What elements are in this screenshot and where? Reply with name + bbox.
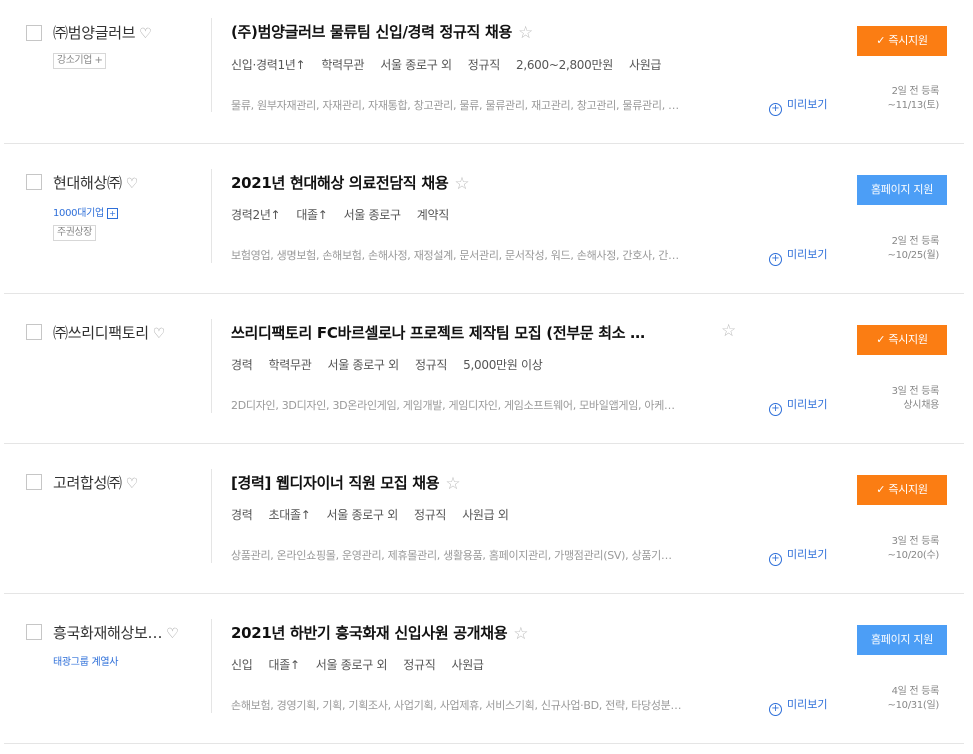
job-sector: 보험영업, 생명보험, 손해보험, 손해사정, 재정설계, 문서관리, 문서작성… xyxy=(231,249,679,262)
magnifier-plus-icon: + xyxy=(769,403,782,416)
heart-icon[interactable]: ♡ xyxy=(139,26,152,42)
apply-button[interactable]: ✓ 즉시지원 xyxy=(857,26,947,56)
preview-link[interactable]: + 미리보기 xyxy=(769,246,827,266)
divider xyxy=(211,169,212,263)
divider xyxy=(211,619,212,713)
star-icon[interactable]: ☆ xyxy=(721,321,736,341)
apply-button[interactable]: 홈페이지 지원 xyxy=(857,625,947,655)
magnifier-plus-icon: + xyxy=(769,103,782,116)
job-title[interactable]: [경력] 웹디자이너 직원 모집 채용 ☆ xyxy=(231,472,461,494)
job-row: ㈜쓰리디팩토리 ♡ 쓰리디팩토리 FC바르셀로나 프로젝트 제작팀 모집 (전부문… xyxy=(4,294,964,444)
heart-icon[interactable]: ♡ xyxy=(126,176,139,192)
job-sector: 물류, 원부자재관리, 자재관리, 자재통합, 창고관리, 물류, 물류관리, … xyxy=(231,99,679,112)
star-icon[interactable]: ☆ xyxy=(518,23,533,43)
company-tag[interactable]: 강소기업 + xyxy=(53,53,107,69)
magnifier-plus-icon: + xyxy=(769,703,782,716)
preview-link[interactable]: + 미리보기 xyxy=(769,396,827,416)
divider xyxy=(211,18,212,112)
job-sector: 손해보험, 경영기획, 기획, 기획조사, 사업기획, 사업제휴, 서비스기획,… xyxy=(231,699,682,712)
company-tag-2[interactable]: 주권상장 xyxy=(53,225,96,241)
job-title[interactable]: (주)범양글러브 물류팀 신입/경력 정규직 채용 ☆ xyxy=(231,21,533,43)
row-checkbox[interactable] xyxy=(26,174,42,190)
job-date: 2일 전 등록 ~10/25(월) xyxy=(887,236,939,261)
heart-icon[interactable]: ♡ xyxy=(153,326,166,342)
job-conditions: 경력 학력무관 서울 종로구 외 정규직 5,000만원 이상 xyxy=(231,358,543,372)
heart-icon[interactable]: ♡ xyxy=(126,476,139,492)
divider xyxy=(211,469,212,563)
company-name[interactable]: 고려합성㈜ ♡ xyxy=(53,472,138,493)
plus-icon: + xyxy=(106,207,118,219)
job-title[interactable]: 2021년 현대해상 의료전담직 채용 ☆ xyxy=(231,172,470,194)
row-checkbox[interactable] xyxy=(26,324,42,340)
job-row: 흥국화재해상보… ♡ 태광그룹 계열사 2021년 하반기 흥국화재 신입사원 공… xyxy=(4,594,964,744)
job-date: 2일 전 등록 ~11/13(토) xyxy=(887,86,939,111)
job-title[interactable]: 2021년 하반기 흥국화재 신입사원 공개채용 ☆ xyxy=(231,622,529,644)
job-list: ㈜범양글러브 ♡ 강소기업 + (주)범양글러브 물류팀 신입/경력 정규직 채용… xyxy=(4,0,964,744)
divider xyxy=(211,319,212,413)
company-tag[interactable]: 1000대기업 + xyxy=(53,204,118,219)
job-date: 3일 전 등록 상시채용 xyxy=(891,386,940,411)
job-conditions: 신입·경력1년↑ 학력무관 서울 종로구 외 정규직 2,600~2,800만원 사원급 xyxy=(231,58,662,72)
star-icon[interactable]: ☆ xyxy=(454,174,469,194)
row-checkbox[interactable] xyxy=(26,474,42,490)
job-date: 3일 전 등록 ~10/20(수) xyxy=(887,536,939,561)
job-conditions: 경력2년↑ 대졸↑ 서울 종로구 계약직 xyxy=(231,208,450,222)
preview-link[interactable]: + 미리보기 xyxy=(769,96,827,116)
star-icon[interactable]: ☆ xyxy=(445,474,460,494)
apply-button[interactable]: 홈페이지 지원 xyxy=(857,175,947,205)
row-checkbox[interactable] xyxy=(26,25,42,41)
job-row: 고려합성㈜ ♡ [경력] 웹디자이너 직원 모집 채용 ☆ 경력 초대졸↑ 서울 종로구… xyxy=(4,444,964,594)
company-tag[interactable]: 태광그룹 계열사 xyxy=(53,653,118,668)
star-icon[interactable]: ☆ xyxy=(513,624,528,644)
job-conditions: 경력 초대졸↑ 서울 종로구 외 정규직 사원급 외 xyxy=(231,508,509,522)
job-title[interactable]: 쓰리디팩토리 FC바르셀로나 프로젝트 제작팀 모집 (전부문 최소 … xyxy=(231,322,645,343)
company-name[interactable]: ㈜범양글러브 ♡ xyxy=(53,22,152,43)
job-conditions: 신입 대졸↑ 서울 종로구 외 정규직 사원급 xyxy=(231,658,484,672)
magnifier-plus-icon: + xyxy=(769,253,782,266)
job-sector: 2D디자인, 3D디자인, 3D온라인게임, 게임개발, 게임디자인, 게임소프… xyxy=(231,399,675,412)
preview-link[interactable]: + 미리보기 xyxy=(769,696,827,716)
apply-button[interactable]: ✓ 즉시지원 xyxy=(857,475,947,505)
job-date: 4일 전 등록 ~10/31(일) xyxy=(887,686,939,711)
magnifier-plus-icon: + xyxy=(769,553,782,566)
row-checkbox[interactable] xyxy=(26,624,42,640)
job-sector: 상품관리, 온라인쇼핑몰, 운영관리, 제휴몰관리, 생활용품, 홈페이지관리,… xyxy=(231,549,672,562)
job-row: 현대해상㈜ ♡ 1000대기업 + 주권상장 2021년 현대해상 의료전담직 채용… xyxy=(4,144,964,294)
company-name[interactable]: 현대해상㈜ ♡ xyxy=(53,172,138,193)
job-row: ㈜범양글러브 ♡ 강소기업 + (주)범양글러브 물류팀 신입/경력 정규직 채용… xyxy=(4,0,964,144)
company-name[interactable]: ㈜쓰리디팩토리 ♡ xyxy=(53,322,165,343)
apply-button[interactable]: ✓ 즉시지원 xyxy=(857,325,947,355)
company-name[interactable]: 흥국화재해상보… ♡ xyxy=(53,622,179,643)
heart-icon[interactable]: ♡ xyxy=(166,626,179,642)
preview-link[interactable]: + 미리보기 xyxy=(769,546,827,566)
